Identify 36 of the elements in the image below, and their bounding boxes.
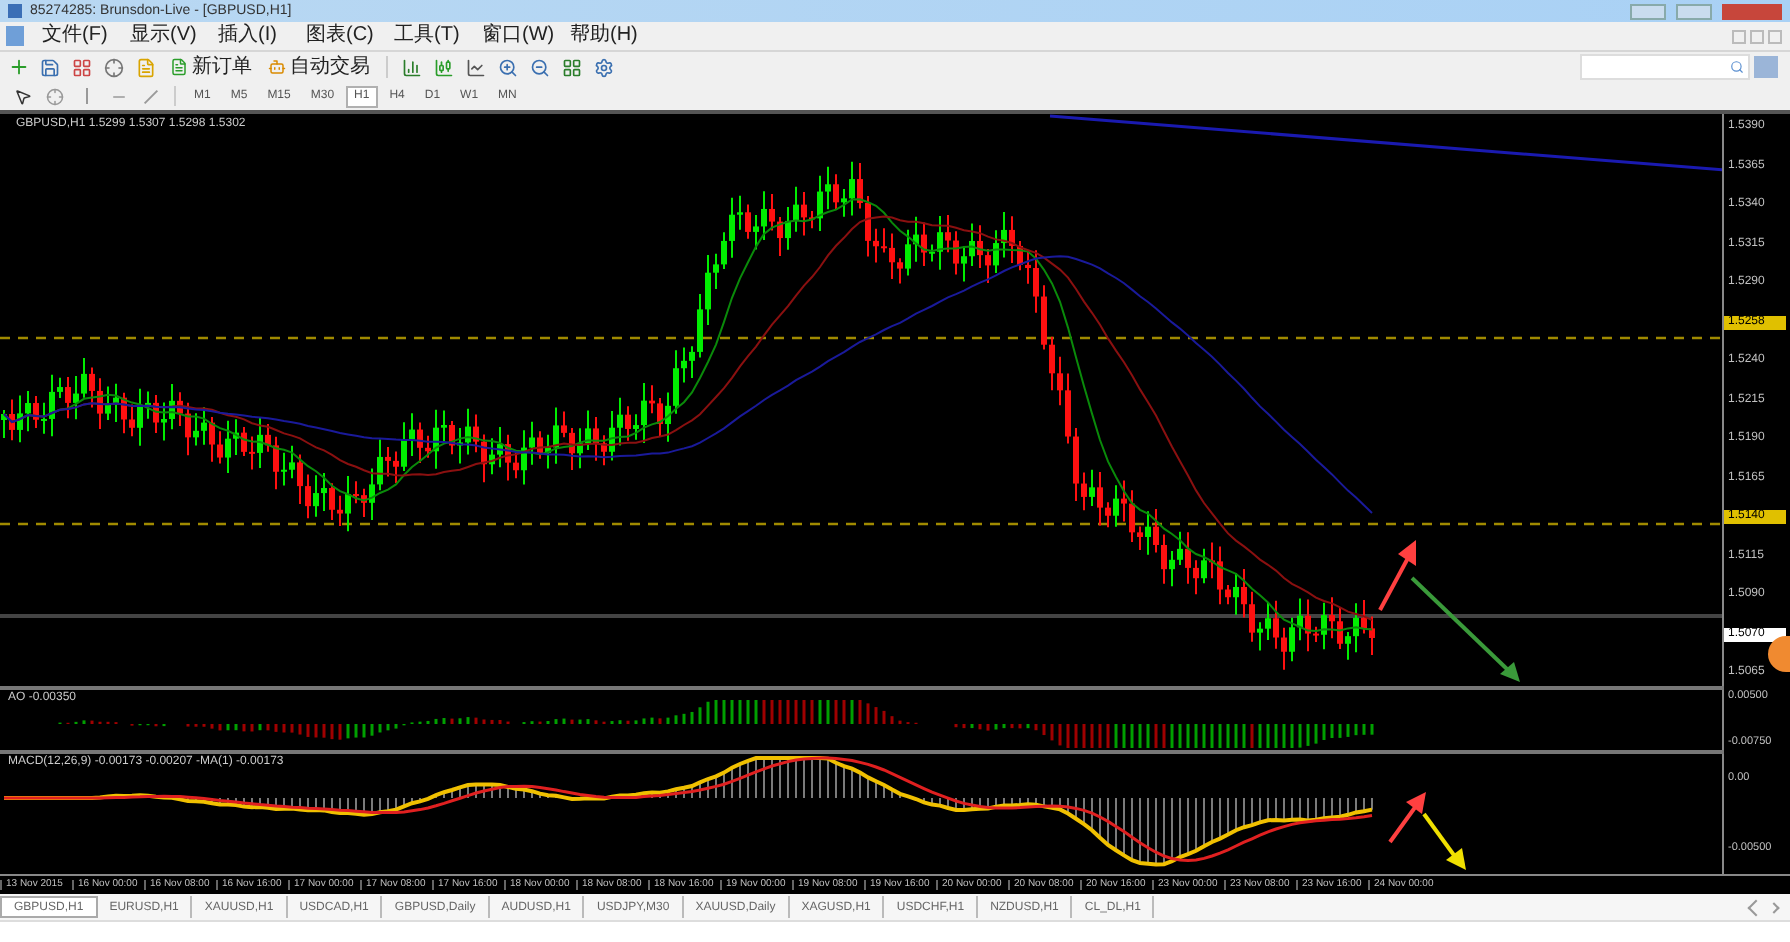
search-icon <box>1730 60 1744 74</box>
restore-doc-icon[interactable] <box>1750 29 1764 43</box>
tile-icon[interactable] <box>558 54 586 80</box>
scroll-right-icon[interactable] <box>1768 901 1780 913</box>
minimize-button[interactable] <box>1630 3 1666 19</box>
grid-icon[interactable] <box>68 54 96 80</box>
maximize-button[interactable] <box>1676 3 1712 19</box>
settings-icon[interactable] <box>590 54 618 80</box>
menu-item[interactable]: 插入(I) <box>208 26 296 46</box>
line-chart-icon[interactable] <box>462 54 490 80</box>
minimize-doc-icon[interactable] <box>1732 29 1746 43</box>
down-arrow-drawing <box>1422 812 1466 870</box>
menu-item[interactable]: 帮助(H) <box>560 26 648 46</box>
down-arrow-drawing <box>1410 576 1520 682</box>
zoom-in-icon[interactable] <box>494 54 522 80</box>
app-icon <box>8 4 22 18</box>
up-arrow-drawing <box>1378 540 1416 611</box>
search-field[interactable] <box>1580 54 1750 80</box>
menu-item[interactable]: 工具(T) <box>384 26 472 46</box>
bar-chart-icon[interactable] <box>398 54 426 80</box>
close-doc-icon[interactable] <box>1768 29 1782 43</box>
menu-item[interactable]: 显示(V) <box>120 26 208 46</box>
menu-item[interactable]: 文件(F) <box>32 26 120 46</box>
zoom-out-icon[interactable] <box>526 54 554 80</box>
autotrading-button[interactable]: 自动交易 <box>262 54 376 80</box>
menu-item[interactable]: 窗口(W) <box>472 26 560 46</box>
robot-icon <box>268 58 286 76</box>
new-order-button[interactable]: 新订单 <box>164 54 258 80</box>
up-arrow-drawing <box>1388 792 1426 844</box>
document-icon <box>6 26 24 46</box>
document-icon <box>170 58 188 76</box>
save-icon[interactable] <box>36 54 64 80</box>
close-button[interactable] <box>1722 3 1782 19</box>
menu-item[interactable]: 图表(C) <box>296 26 384 46</box>
crosshair-icon[interactable] <box>100 54 128 80</box>
candlestick-icon[interactable] <box>430 54 458 80</box>
